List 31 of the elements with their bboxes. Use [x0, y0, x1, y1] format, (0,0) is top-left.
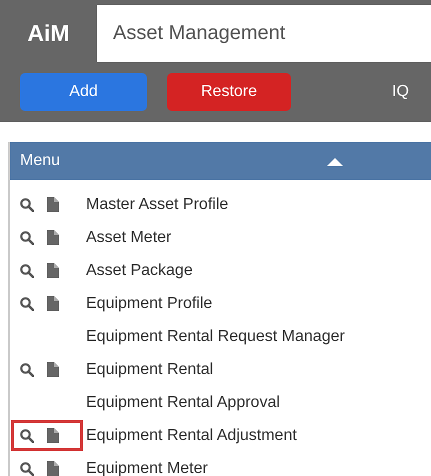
menu-title: Menu: [20, 152, 60, 170]
menu-item[interactable]: Equipment Meter: [86, 460, 208, 476]
menu-item[interactable]: Equipment Rental Adjustment: [86, 426, 297, 444]
search-icon[interactable]: [20, 296, 34, 310]
caret-icon[interactable]: [327, 156, 343, 166]
menu-item[interactable]: Equipment Rental: [86, 360, 214, 378]
menu-item[interactable]: Equipment Profile: [86, 294, 212, 312]
menu-header[interactable]: Menu: [10, 142, 431, 180]
document-icon[interactable]: [47, 428, 59, 443]
search-icon[interactable]: [20, 230, 34, 244]
menu-item[interactable]: Equipment Rental Approval: [86, 394, 280, 412]
search-icon[interactable]: [20, 264, 34, 278]
iq-button[interactable]: IQ: [386, 73, 415, 111]
app-title: Asset Management: [97, 5, 431, 62]
search-icon[interactable]: [20, 462, 34, 476]
add-button[interactable]: Add: [20, 73, 147, 111]
search-icon[interactable]: [20, 198, 34, 212]
search-icon[interactable]: [20, 362, 34, 376]
document-icon[interactable]: [47, 461, 59, 476]
menu-item[interactable]: Asset Meter: [86, 228, 172, 246]
document-icon[interactable]: [47, 362, 59, 377]
document-icon[interactable]: [47, 197, 59, 212]
menu-item[interactable]: Master Asset Profile: [86, 196, 228, 214]
menu-item[interactable]: Asset Package: [86, 262, 193, 280]
menu-item[interactable]: Equipment Rental Request Manager: [86, 328, 345, 346]
logo: AiM: [26, 19, 71, 48]
restore-button[interactable]: Restore: [167, 73, 291, 111]
document-icon[interactable]: [47, 230, 59, 245]
search-icon[interactable]: [20, 428, 34, 442]
document-icon[interactable]: [47, 296, 59, 311]
document-icon[interactable]: [47, 263, 59, 278]
